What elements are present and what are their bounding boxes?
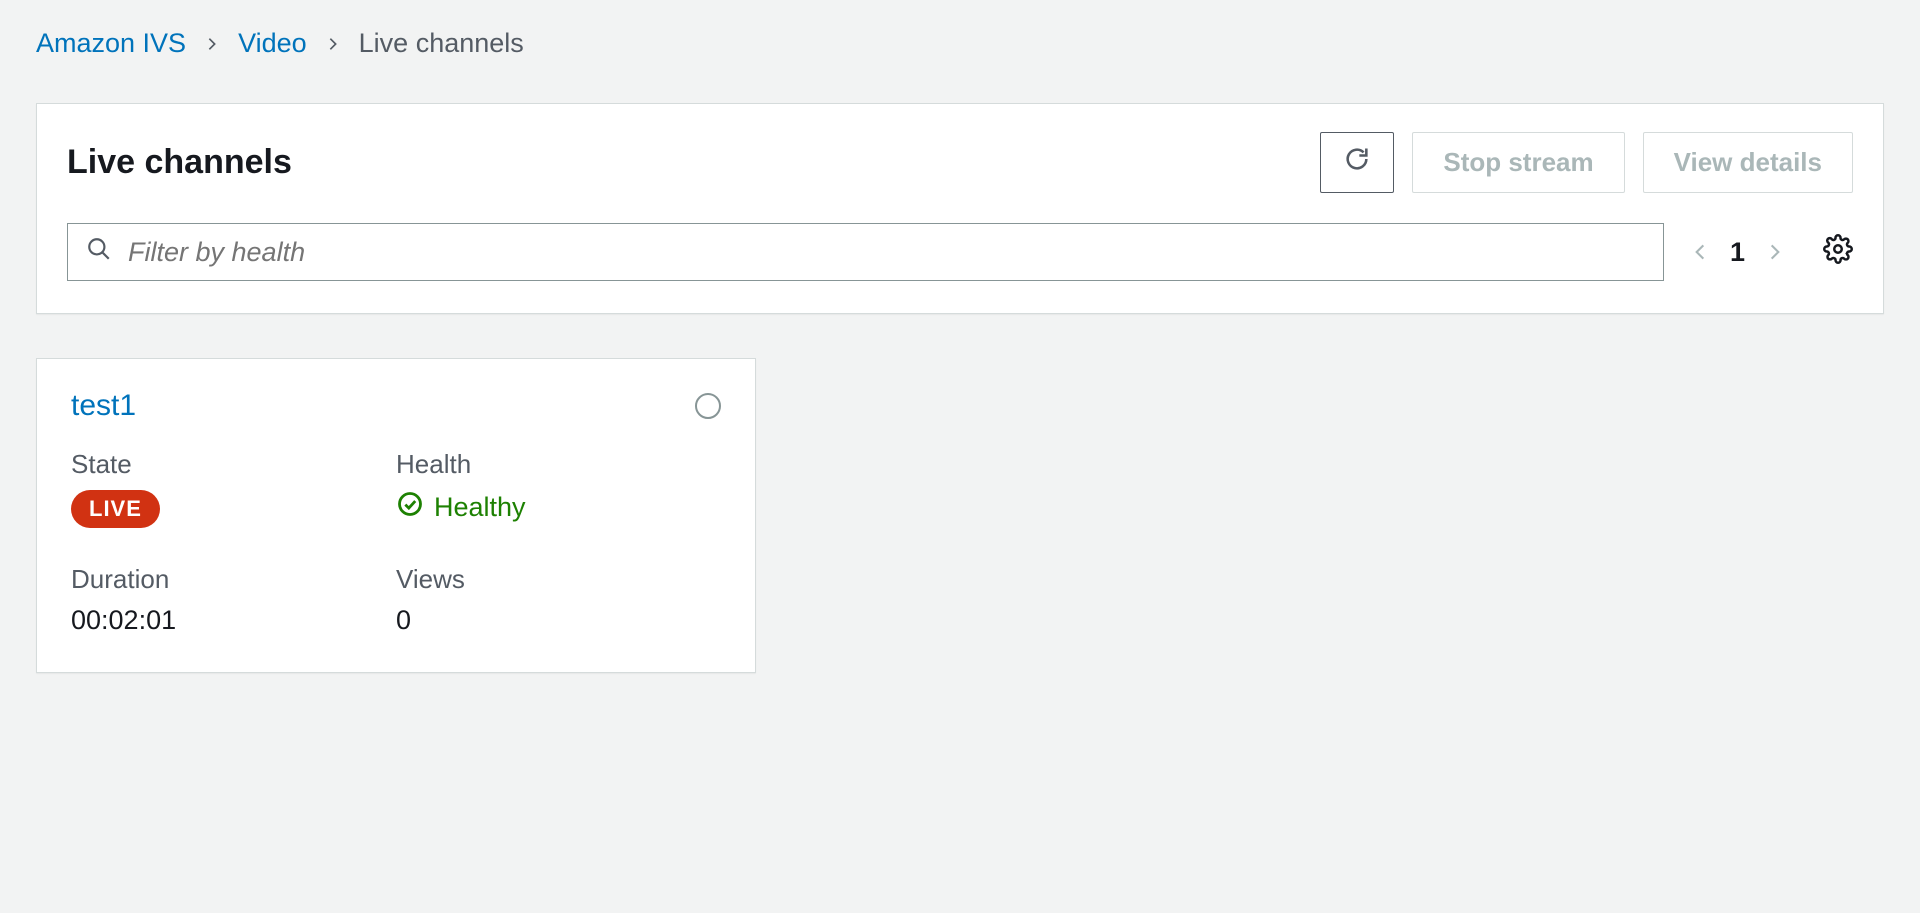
- breadcrumb: Amazon IVS Video Live channels: [36, 28, 1884, 59]
- chevron-right-icon: [204, 36, 220, 52]
- breadcrumb-link-ivs[interactable]: Amazon IVS: [36, 28, 186, 59]
- state-label: State: [71, 449, 396, 480]
- field-views: Views 0: [396, 564, 721, 636]
- panel-actions: Stop stream View details: [1320, 132, 1853, 193]
- field-health: Health Healthy: [396, 449, 721, 528]
- views-label: Views: [396, 564, 721, 595]
- panel-header-row: Live channels Stop stream View details: [67, 132, 1853, 193]
- gear-icon: [1823, 234, 1853, 271]
- filter-input[interactable]: [128, 237, 1645, 268]
- page-prev-button[interactable]: [1690, 242, 1710, 262]
- card-fields: State LIVE Health Healthy Duration 00:02…: [71, 449, 721, 636]
- search-icon: [86, 236, 112, 269]
- select-radio[interactable]: [695, 393, 721, 419]
- duration-value: 00:02:01: [71, 605, 396, 636]
- card-header: test1: [71, 389, 721, 423]
- view-details-button[interactable]: View details: [1643, 132, 1853, 193]
- refresh-icon: [1343, 145, 1371, 180]
- state-badge: LIVE: [71, 490, 160, 528]
- page-number: 1: [1730, 237, 1745, 268]
- health-value: Healthy: [396, 490, 721, 525]
- chevron-right-icon: [325, 36, 341, 52]
- settings-button[interactable]: [1823, 234, 1853, 271]
- page-title: Live channels: [67, 143, 292, 182]
- filter-search[interactable]: [67, 223, 1664, 281]
- channel-name-link[interactable]: test1: [71, 389, 136, 423]
- pagination: 1: [1690, 237, 1785, 268]
- duration-label: Duration: [71, 564, 396, 595]
- field-state: State LIVE: [71, 449, 396, 528]
- check-circle-icon: [396, 490, 424, 525]
- page-next-button[interactable]: [1765, 242, 1785, 262]
- breadcrumb-current: Live channels: [359, 28, 524, 59]
- views-value: 0: [396, 605, 721, 636]
- health-label: Health: [396, 449, 721, 480]
- filter-row: 1: [67, 223, 1853, 281]
- header-panel: Live channels Stop stream View details: [36, 103, 1884, 314]
- refresh-button[interactable]: [1320, 132, 1394, 193]
- health-text: Healthy: [434, 492, 526, 523]
- channel-card: test1 State LIVE Health Healthy Duration…: [36, 358, 756, 673]
- field-duration: Duration 00:02:01: [71, 564, 396, 636]
- stop-stream-button[interactable]: Stop stream: [1412, 132, 1624, 193]
- breadcrumb-link-video[interactable]: Video: [238, 28, 307, 59]
